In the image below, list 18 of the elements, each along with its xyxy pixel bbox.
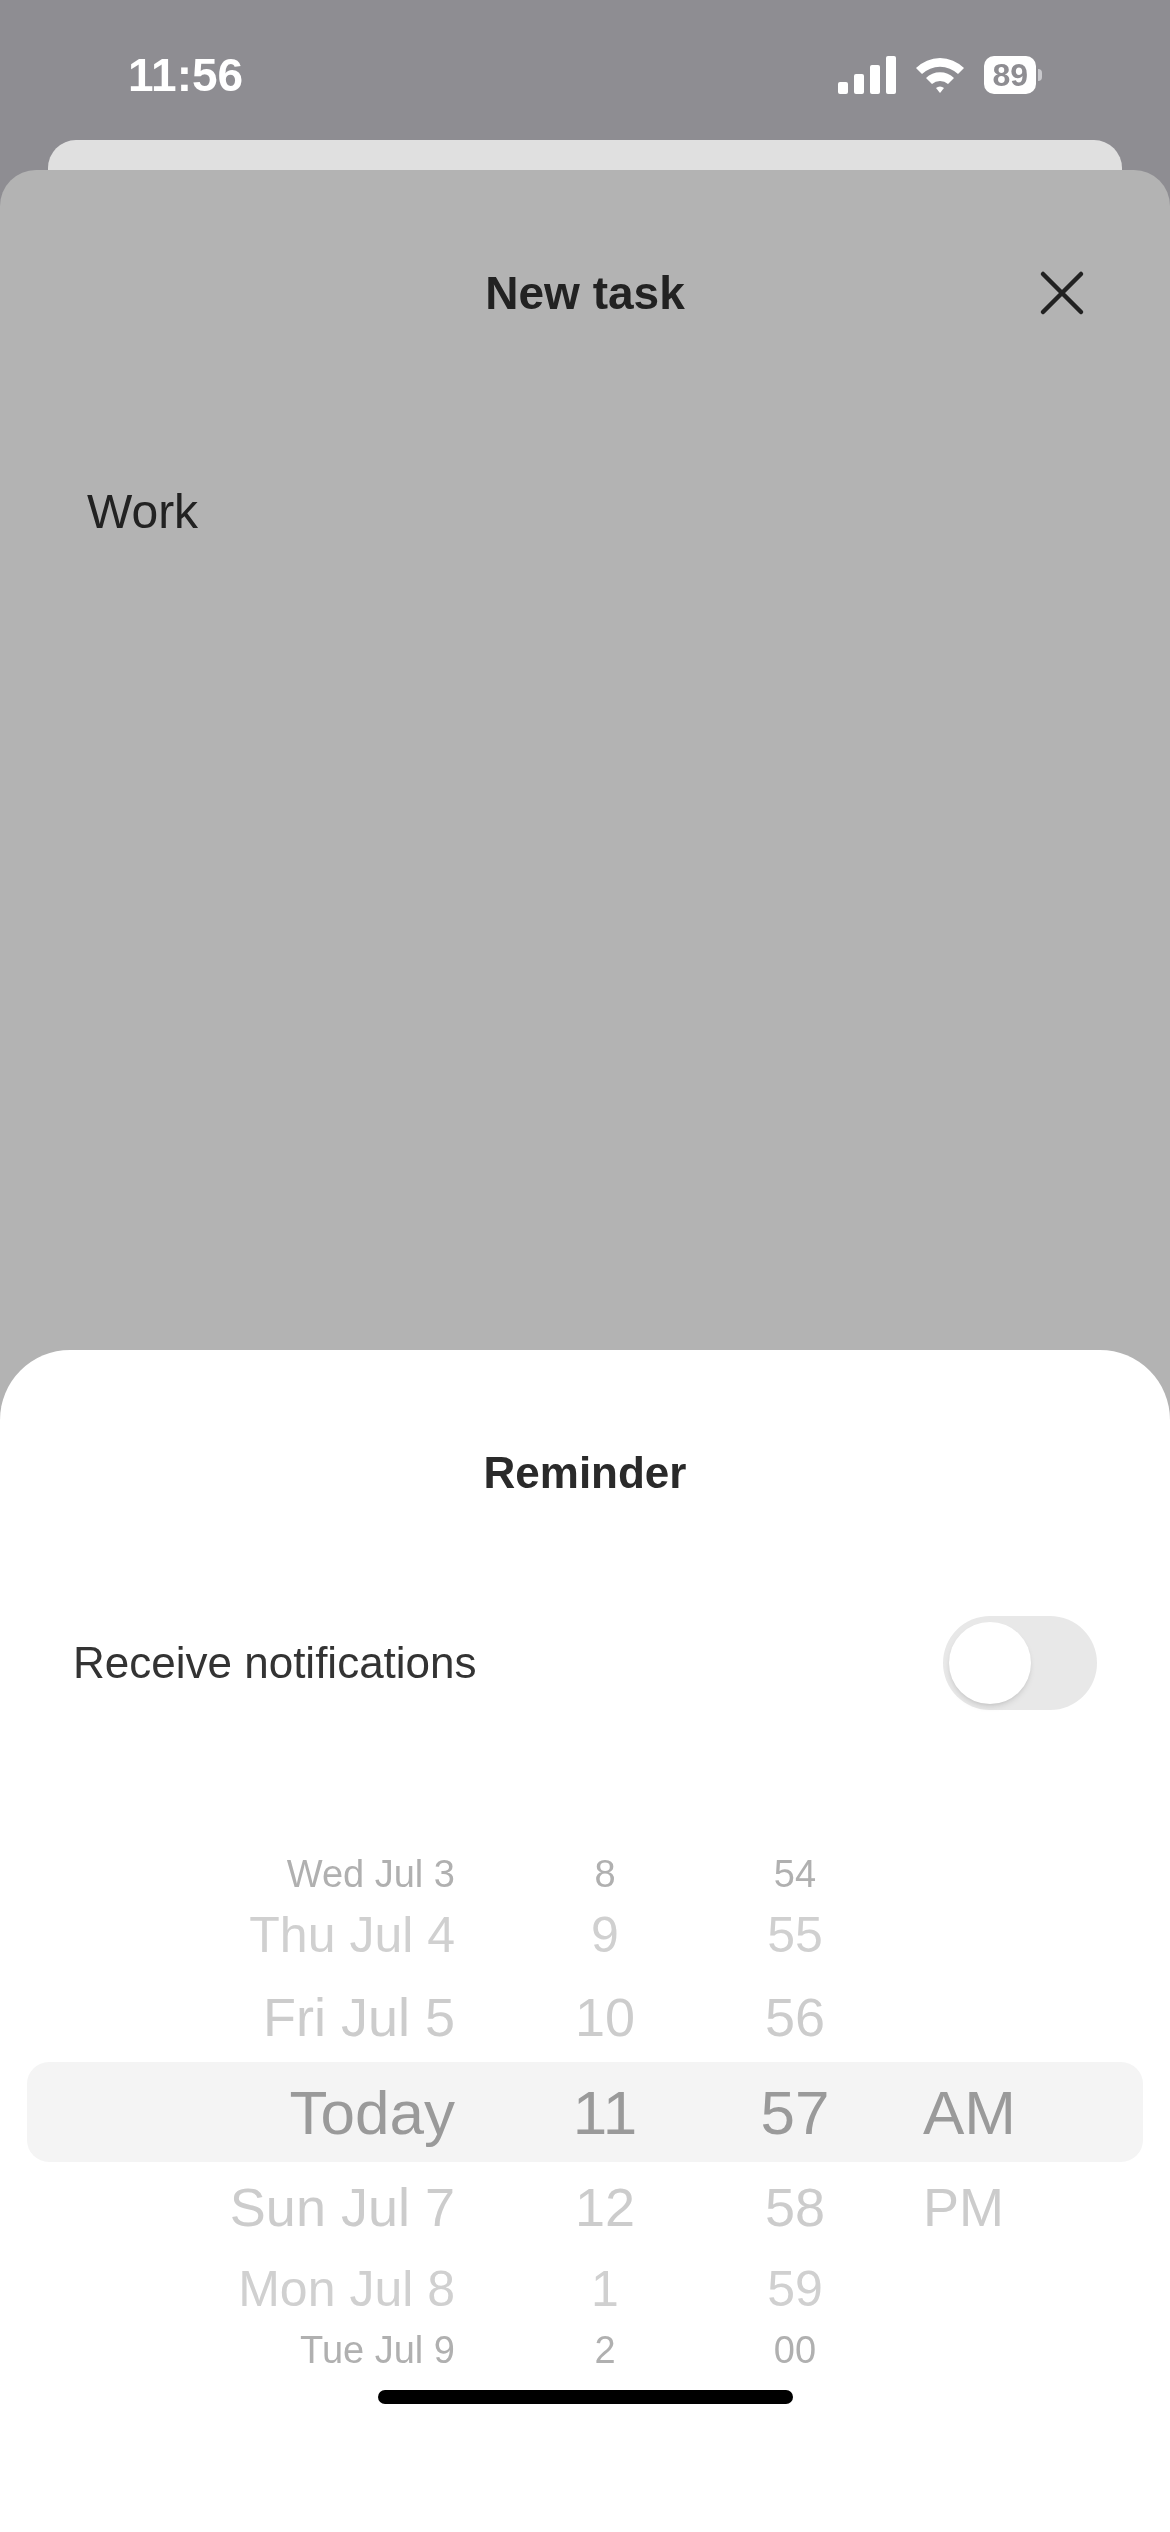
- list-name: Work: [87, 485, 199, 538]
- wifi-icon: [914, 56, 967, 94]
- sheet-title: New task: [485, 265, 685, 321]
- hour-option[interactable]: 11: [455, 2065, 755, 2159]
- hour-option[interactable]: 8: [455, 1845, 755, 1903]
- hour-option[interactable]: 2: [455, 2321, 755, 2379]
- signal-icon: [838, 56, 897, 94]
- minute-option[interactable]: 57: [755, 2065, 835, 2159]
- notifications-label: Receive notifications: [73, 1637, 477, 1689]
- date-option[interactable]: Wed Jul 3: [27, 1845, 455, 1903]
- status-time: 11:56: [128, 47, 244, 103]
- minute-option[interactable]: 54: [755, 1845, 835, 1903]
- date-option[interactable]: Tue Jul 9: [27, 2321, 455, 2379]
- battery-level: 89: [984, 56, 1036, 94]
- date-option[interactable]: Today: [27, 2065, 455, 2159]
- period-option[interactable]: AM: [923, 2065, 1016, 2159]
- reminder-title: Reminder: [483, 1447, 687, 1499]
- minute-option[interactable]: 00: [755, 2321, 835, 2379]
